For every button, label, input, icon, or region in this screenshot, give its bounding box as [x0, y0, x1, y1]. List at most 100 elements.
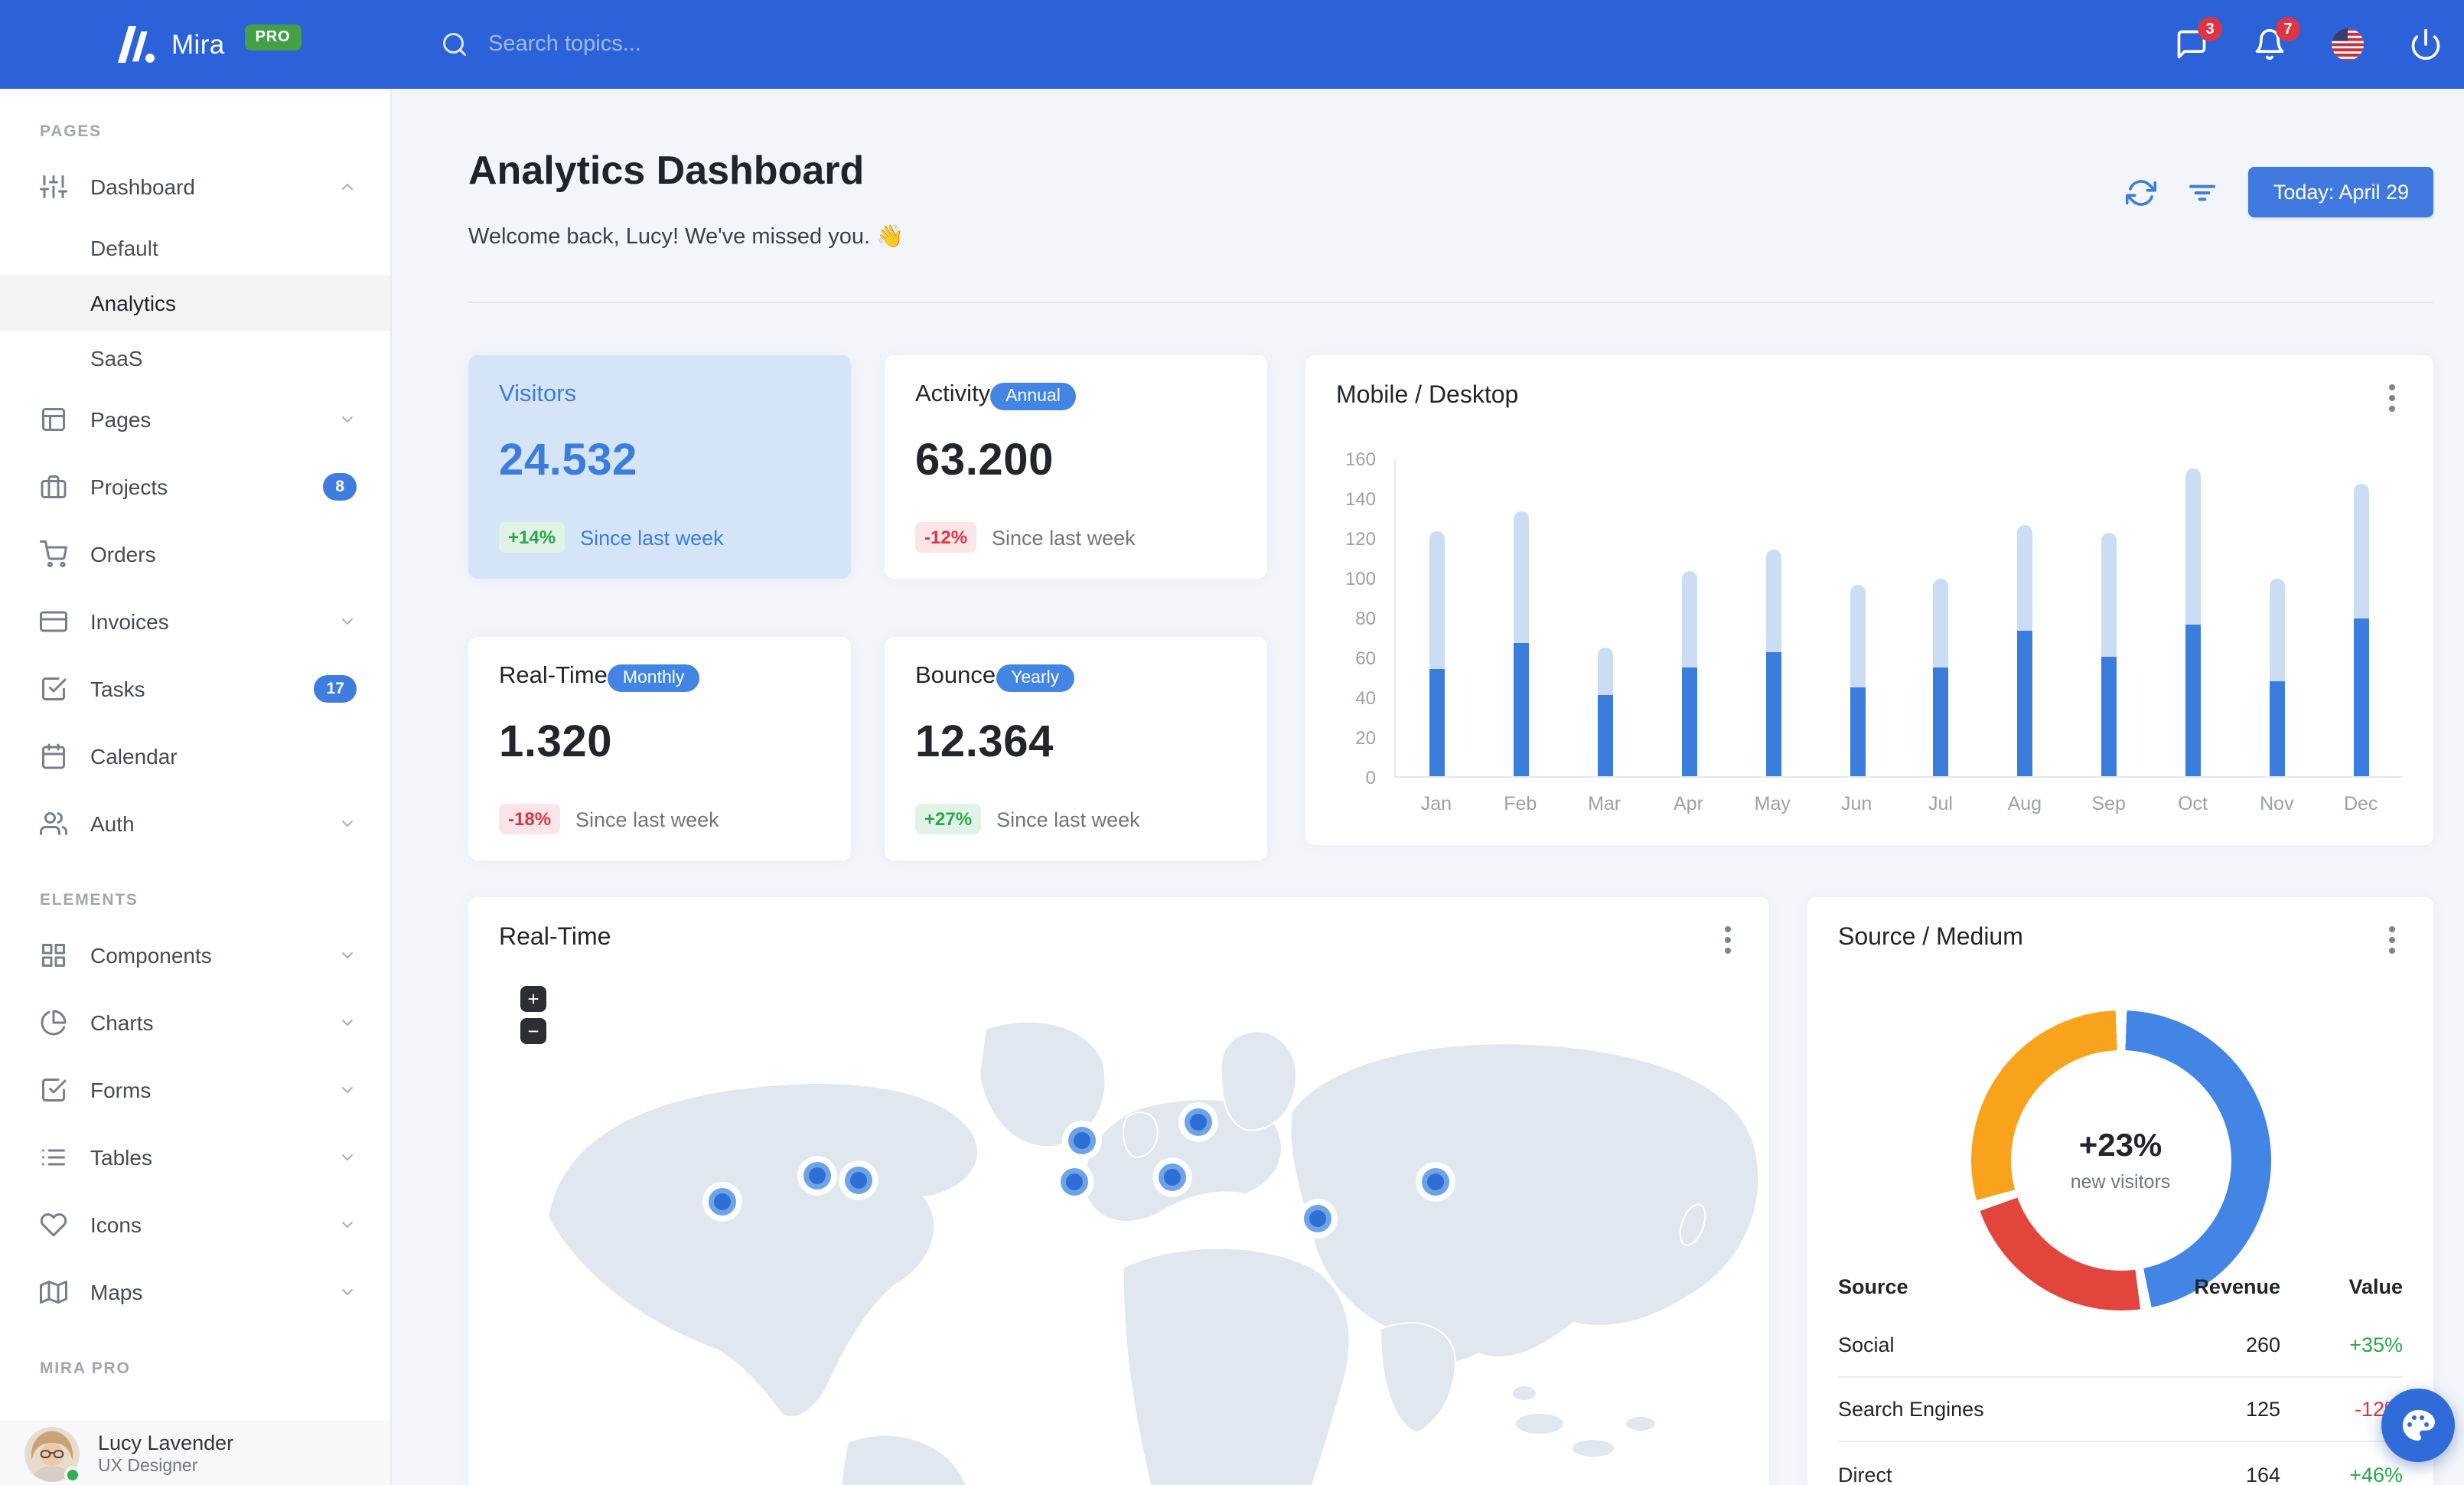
sidebar-user[interactable]: Lucy Lavender UX Designer — [0, 1421, 390, 1485]
map-marker[interactable] — [797, 1156, 837, 1196]
stacked-bar[interactable] — [1765, 549, 1781, 776]
list-icon — [42, 1149, 65, 1166]
map-marker-dot — [1427, 1173, 1444, 1190]
map-marker-dot — [1309, 1210, 1326, 1227]
map-marker[interactable] — [1178, 1102, 1218, 1142]
map-marker[interactable] — [1054, 1162, 1094, 1202]
sidebar-item-label: Tasks — [90, 677, 145, 701]
sidebar-item-label: Icons — [90, 1212, 142, 1237]
chevron-down-icon — [342, 1087, 353, 1093]
sidebar-item-dashboard[interactable]: Dashboard — [0, 153, 390, 220]
sidebar-subitem-analytics[interactable]: Analytics — [0, 276, 390, 331]
messages-button[interactable]: 3 — [2175, 17, 2222, 61]
sidebar-subitem-default[interactable]: Default — [0, 220, 390, 276]
stat-card-header: Activity Annual — [915, 381, 1237, 410]
chevron-down-icon — [342, 1020, 353, 1026]
stacked-bar[interactable] — [2353, 483, 2369, 776]
brand[interactable]: Mira PRO — [113, 24, 301, 63]
date-range-button[interactable]: Today: April 29 — [2248, 167, 2433, 217]
sidebar-item-calendar[interactable]: Calendar — [0, 723, 390, 790]
stat-value: 1.320 — [499, 718, 613, 767]
sliders-icon — [40, 175, 67, 198]
sidebar-item-maps[interactable]: Maps — [0, 1258, 390, 1326]
bar-column-dec — [2319, 459, 2403, 776]
map-menu-button[interactable] — [1717, 925, 1739, 955]
sidebar-item-projects[interactable]: Projects 8 — [0, 453, 390, 521]
palette-icon — [2403, 1410, 2435, 1441]
y-tick-label: 140 — [1344, 488, 1376, 510]
stacked-bar[interactable] — [2017, 525, 2033, 776]
map-marker[interactable] — [702, 1182, 742, 1222]
sidebar-item-label: Dashboard — [90, 175, 195, 199]
sidebar-item-orders[interactable]: Orders — [0, 521, 390, 588]
revenue-cell: 125 — [2245, 1398, 2280, 1421]
map-marker[interactable] — [1062, 1121, 1102, 1160]
stacked-bar[interactable] — [1933, 579, 1949, 776]
stacked-bar[interactable] — [1429, 531, 1445, 776]
search-input[interactable] — [488, 32, 825, 57]
sidebar-item-label: Calendar — [90, 744, 178, 769]
sidebar-item-auth[interactable]: Auth — [0, 790, 390, 857]
notifications-button[interactable]: 7 — [2253, 17, 2300, 61]
bar-segment-mobile — [1850, 687, 1866, 776]
sidebar-item-invoices[interactable]: Invoices — [0, 588, 390, 655]
map-marker[interactable] — [839, 1160, 878, 1200]
sidebar-section-mira-pro: MIRA PRO — [40, 1359, 131, 1378]
stacked-bar[interactable] — [1681, 571, 1697, 776]
stat-title: Visitors — [499, 381, 577, 407]
stacked-bar[interactable] — [2185, 468, 2201, 776]
map-zoom-in-button[interactable]: + — [520, 986, 546, 1012]
filter-button[interactable] — [2188, 177, 2218, 207]
sidebar-item-components[interactable]: Components — [0, 922, 390, 989]
navbar-search[interactable] — [441, 0, 825, 89]
grid-icon — [42, 944, 65, 967]
sidebar-item-label: Pages — [90, 407, 152, 432]
sidebar-item-pages[interactable]: Pages — [0, 386, 390, 453]
chevron-down-icon — [342, 618, 353, 625]
map-marker-dot — [1190, 1114, 1207, 1131]
user-name: Lucy Lavender — [98, 1431, 234, 1454]
sidebar-item-label: Components — [90, 943, 212, 968]
source-medium-menu-button[interactable] — [2381, 925, 2403, 955]
chart-menu-button[interactable] — [2381, 383, 2403, 413]
sidebar-subitem-saas[interactable]: SaaS — [0, 331, 390, 386]
donut-center-label: new visitors — [2070, 1171, 2171, 1193]
stat-value: 24.532 — [499, 436, 637, 485]
heart-icon — [40, 1211, 67, 1239]
map-marker[interactable] — [1298, 1199, 1338, 1239]
sidebar-item-icons[interactable]: Icons — [0, 1191, 390, 1258]
sidebar-item-tasks[interactable]: Tasks 17 — [0, 655, 390, 723]
sidebar-item-charts[interactable]: Charts — [0, 989, 390, 1056]
sidebar-item-label: Projects — [90, 475, 168, 499]
theme-settings-fab[interactable] — [2381, 1389, 2455, 1462]
map-zoom-out-button[interactable]: − — [520, 1018, 546, 1044]
world-map[interactable] — [468, 964, 1769, 1485]
shopping-cart-icon — [40, 540, 67, 568]
refresh-button[interactable] — [2126, 177, 2158, 207]
stacked-bar[interactable] — [1850, 585, 1866, 776]
map-marker[interactable] — [1416, 1162, 1455, 1202]
chevron-down-icon — [342, 1289, 353, 1295]
chart-title: Mobile / Desktop — [1336, 383, 1519, 409]
chevron-down-icon — [342, 1154, 353, 1160]
sidebar-section-pages: PAGES — [40, 122, 102, 141]
map-marker[interactable] — [1152, 1157, 1192, 1197]
bar-column-oct — [2151, 459, 2235, 776]
y-tick-label: 80 — [1355, 608, 1376, 629]
pro-badge: PRO — [244, 24, 301, 50]
sidebar-item-tables[interactable]: Tables — [0, 1124, 390, 1191]
chevron-down-icon — [342, 952, 353, 958]
stat-title: Bounce — [915, 663, 996, 689]
language-button[interactable] — [2331, 28, 2365, 61]
sidebar-item-forms[interactable]: Forms — [0, 1056, 390, 1124]
col-source: Source — [1838, 1274, 1908, 1297]
power-icon — [2411, 28, 2440, 60]
stacked-bar[interactable] — [1598, 647, 1614, 776]
stacked-bar[interactable] — [2101, 533, 2117, 776]
us-flag-icon — [2332, 28, 2364, 60]
briefcase-icon — [41, 475, 67, 498]
source-table-header: Source Revenue Value — [1838, 1258, 2403, 1314]
stacked-bar[interactable] — [1514, 511, 1530, 776]
power-button[interactable] — [2409, 28, 2443, 61]
stacked-bar[interactable] — [2269, 579, 2285, 776]
